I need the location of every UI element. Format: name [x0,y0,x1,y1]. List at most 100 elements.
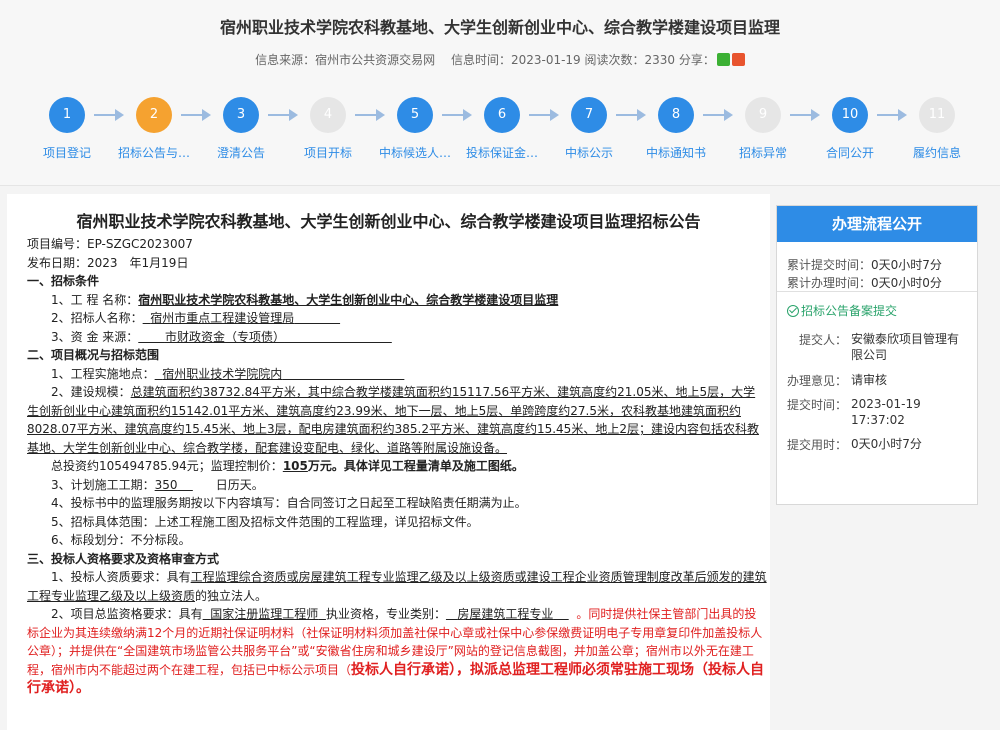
step-number: 3 [223,97,259,133]
weibo-share-icon[interactable] [731,53,745,66]
duration-value: 350 [155,478,193,492]
step-label: 招标异常 [738,146,787,160]
panel-title: 办理流程公开 [777,206,977,242]
total-handle-time: 累计办理时间：0天0小时0分 [787,274,942,291]
step-10[interactable]: 10 合同公开 [805,97,895,161]
step-label: 项目开标 [303,146,352,160]
field-label: 3、计划施工工期： [51,477,155,492]
value: 请审核 [851,373,888,387]
value: 0天0小时7分 [871,258,942,272]
qualification-paragraph: 1、投标人资质要求：具有工程监理综合资质或房屋建筑工程专业监理乙级及以上级资质或… [27,568,767,605]
control-price-value: 105 [282,459,308,473]
step-2[interactable]: 2 招标公告与… [109,97,199,161]
fund-source-line: 3、资 金 来源： 市财政资金（专项债） [27,328,767,347]
meta-line: 信息来源：宿州市公共资源交易网 信息时间：2023-01-19 阅读次数：233… [0,51,1000,68]
lot-line: 6、标段划分：不分标段。 [51,533,191,547]
duration-line: 3、计划施工工期：350 日历天。 [27,476,767,495]
fund-source-text: 市财政资金（专项债） [164,329,285,344]
step-number: 1 [49,97,85,133]
tenderer-text: 宿州市重点工程建设管理局 [150,311,295,325]
section-heading: 一、招标条件 [27,274,100,288]
step-3[interactable]: 3 澄清公告 [196,97,286,161]
submitter-row: 提交人： 安徽泰欣项目管理有限公司 [787,331,967,365]
project-name-value: 宿州职业技术学院农科教基地、大学生创新创业中心、综合教学楼建设项目监理 [138,292,559,307]
check-circle-icon [787,305,799,317]
record-item-label: 招标公告备案提交 [801,304,898,318]
process-steps: 1 项目登记 2 招标公告与… 3 澄清公告 4 项目开标 5 中标候选人… 6 投标保证金… [22,97,982,167]
step-label: 招标公告与… [117,146,190,160]
field-label: 2、招标人名称： [51,311,143,325]
cert-text: 国家注册监理工程师 [210,607,319,621]
label: 提交用时： [786,438,847,452]
step-5[interactable]: 5 中标候选人… [370,97,460,161]
step-8[interactable]: 8 中标通知书 [631,97,721,161]
value: 0天0小时7分 [851,437,922,451]
investment-line: 总投资约105494785.94元；监理控制价：105万元。具体详见工程量清单及… [27,457,767,476]
step-7[interactable]: 7 中标公示 [544,97,634,161]
label: 累计提交时间： [787,258,872,272]
field-label: 1、投标人资质要求：具有 [51,570,191,584]
total-submit-time: 累计提交时间：0天0小时7分 [787,256,942,273]
process-panel: 办理流程公开 累计提交时间：0天0小时7分 累计办理时间：0天0小时0分 招标公… [776,205,978,505]
step-label: 中标候选人… [378,146,451,160]
cert-value: 国家注册监理工程师 [203,607,326,621]
step-number: 2 [136,97,172,133]
investment-note: 万元。具体详见工程量清单及施工图纸。 [307,459,524,473]
chief-supervisor-paragraph: 2、项目总监资格要求：具有 国家注册监理工程师 执业资格，专业类别： 房屋建筑工… [27,605,767,698]
field-label: 1、工 程 名称： [51,292,139,307]
header-card: 宿州职业技术学院农科教基地、大学生创新创业中心、综合教学楼建设项目监理 信息来源… [0,0,1000,186]
location-value: 宿州职业技术学院院内 [155,367,405,381]
value: 安徽泰欣项目管理有限公司 [851,332,960,362]
fund-source-value: 市财政资金（专项债） [138,330,392,344]
label: 办理意见： [786,374,847,388]
label: 提交时间： [786,398,847,412]
value: 0天0小时0分 [871,276,942,290]
step-number: 4 [310,97,346,133]
divider [777,291,977,292]
label: 提交人： [798,333,847,347]
duration-text: 350 [154,477,178,492]
submit-at-row: 提交时间： 2023-01-19 17:37:02 [777,396,967,430]
step-9[interactable]: 9 招标异常 [718,97,808,161]
field-label: 1、工程实施地点： [51,366,155,381]
scale-value: 总建筑面积约38732.84平方米，其中综合教学楼建筑面积约15117.56平方… [27,385,759,455]
project-number: 项目编号：EP-SZGC2023007 [27,237,193,251]
step-4[interactable]: 4 项目开标 [283,97,373,161]
step-number: 8 [658,97,694,133]
duration-row: 提交用时： 0天0小时7分 [777,436,967,454]
announcement-content: 宿州职业技术学院农科教基地、大学生创新创业中心、综合教学楼建设项目监理招标公告 … [7,194,770,730]
step-label: 中标通知书 [645,146,706,160]
category-label: 执业资格，专业类别： [325,607,446,621]
step-number: 6 [484,97,520,133]
step-label: 合同公开 [825,146,874,160]
section-heading: 三、投标人资格要求及资格审查方式 [27,551,220,566]
info-time-text: 信息时间：2023-01-19 阅读次数：2330 分享： [450,53,715,67]
step-1[interactable]: 1 项目登记 [22,97,112,161]
step-label: 澄清公告 [216,146,265,160]
location-line: 1、工程实施地点： 宿州职业技术学院院内 [27,365,767,384]
category-value: 房屋建筑工程专业 [446,607,569,621]
step-11[interactable]: 11 履约信息 [892,97,982,161]
publish-date: 发布日期：2023 年1月19日 [27,255,189,270]
value: 2023-01-19 17:37:02 [851,397,921,427]
category-text: 房屋建筑工程专业 [457,607,554,621]
scope-line: 5、招标具体范围：上述工程施工图及招标文件范围的工程监理，详见招标文件。 [51,514,479,529]
info-source: 信息来源：宿州市公共资源交易网 [255,53,436,67]
tenderer-line: 2、招标人名称： 宿州市重点工程建设管理局 [27,309,767,328]
section-heading: 二、项目概况与招标范围 [27,348,160,362]
step-number: 5 [397,97,433,133]
duration-unit: 日历天。 [215,477,264,492]
field-label: 2、项目总监资格要求：具有 [51,607,203,621]
tenderer-value: 宿州市重点工程建设管理局 [143,311,340,325]
investment-text: 总投资约105494785.94元；监理控制价： [51,459,283,473]
step-number: 9 [745,97,781,133]
page-title: 宿州职业技术学院农科教基地、大学生创新创业中心、综合教学楼建设项目监理 [219,18,780,37]
record-item-title: 招标公告备案提交 [787,302,897,319]
step-label: 中标公示 [564,146,613,160]
project-name-line: 1、工 程 名称：宿州职业技术学院农科教基地、大学生创新创业中心、综合教学楼建设… [27,291,767,310]
scale-paragraph: 2、建设规模：总建筑面积约38732.84平方米，其中综合教学楼建筑面积约151… [27,383,767,457]
wechat-share-icon[interactable] [716,53,730,66]
step-6[interactable]: 6 投标保证金… [457,97,547,161]
step-number: 11 [919,97,955,133]
location-text: 宿州职业技术学院院内 [162,366,283,381]
